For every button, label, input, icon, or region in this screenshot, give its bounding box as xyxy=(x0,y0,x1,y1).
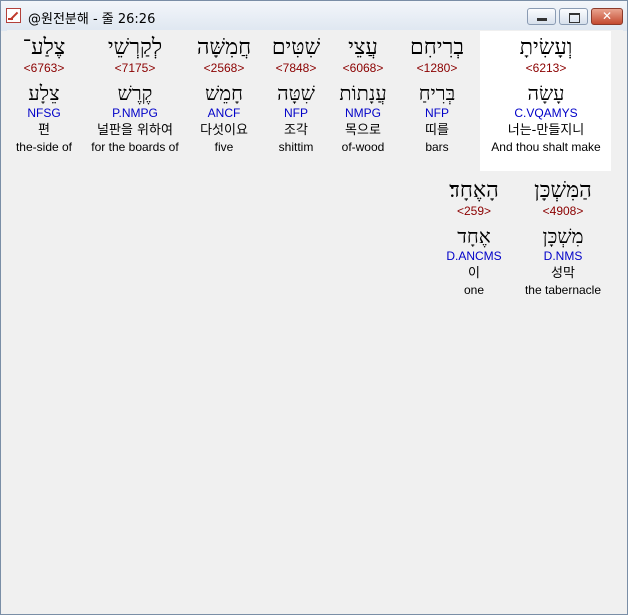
word-cell[interactable]: הָאֶחָד׃ <259> אֶחָד D.ANCMS 이 one xyxy=(437,178,511,298)
korean-gloss: 널판을 위하여 xyxy=(97,123,173,138)
morphology-code: D.ANCMS xyxy=(446,249,502,263)
morphology-code: NFP xyxy=(284,106,308,120)
morphology-code: NMPG xyxy=(345,106,381,120)
word-cell[interactable]: וְעָשִׂיתָ <6213> עָשָׂה C.VQAMYS 너는-만들지… xyxy=(483,35,609,155)
korean-gloss: 다섯이요 xyxy=(200,123,248,138)
strong-number: <6068> xyxy=(342,61,384,75)
morphology-code: NFSG xyxy=(27,106,61,120)
word-cell[interactable]: חֲמִשָּׁה <2568> חָמֵשׁ ANCF 다섯이요 five xyxy=(187,35,261,155)
hebrew-word: חֲמִשָּׁה xyxy=(196,35,252,60)
strong-number: <259> xyxy=(456,204,492,218)
word-cell[interactable]: הַמִּשְׁכָּן <4908> מִשְׁכָּן D.NMS 성막 t… xyxy=(515,178,611,298)
word-cell[interactable]: לְקַרְשֵׁי <7175> קֶרֶשׁ P.NMPG 널판을 위하여 … xyxy=(83,35,187,155)
lemma-word: עֲנָתוֹת xyxy=(339,81,387,105)
korean-gloss: 편 xyxy=(38,123,50,138)
window-title: @원전분해 - 줄 26:26 xyxy=(28,12,156,27)
korean-gloss: 목으로 xyxy=(345,123,381,138)
english-gloss: one xyxy=(463,283,485,297)
word-cell[interactable]: צֶלַע־ <6763> צֵלָע NFSG 편 the-side of xyxy=(9,35,79,155)
korean-gloss: 이 xyxy=(468,266,480,281)
close-icon: ✕ xyxy=(601,9,613,23)
lemma-word: צֵלָע xyxy=(28,81,60,105)
korean-gloss: 너는-만들지니 xyxy=(507,123,585,138)
hebrew-word: שִׁטִּים xyxy=(271,35,321,60)
english-gloss: five xyxy=(214,140,234,154)
english-gloss: for the boards of xyxy=(91,140,179,154)
maximize-button[interactable] xyxy=(559,8,588,25)
morphology-code: ANCF xyxy=(207,106,241,120)
title-bar[interactable]: @원전분해 - 줄 26:26 ✕ xyxy=(1,1,627,31)
minimize-button[interactable] xyxy=(527,8,556,25)
strong-number: <2568> xyxy=(203,61,245,75)
minimize-icon xyxy=(537,18,547,21)
app-icon[interactable] xyxy=(6,8,21,23)
korean-gloss: 띠를 xyxy=(425,123,449,138)
korean-gloss: 성막 xyxy=(551,266,575,281)
english-gloss: shittim xyxy=(278,140,314,154)
hebrew-word: וְעָשִׂיתָ xyxy=(519,35,573,60)
morphology-code: C.VQAMYS xyxy=(514,106,578,120)
hebrew-word: צֶלַע־ xyxy=(22,35,66,60)
hebrew-word: לְקַרְשֵׁי xyxy=(107,35,163,60)
interlinear-panel[interactable]: וְעָשִׂיתָ <6213> עָשָׂה C.VQAMYS 너는-만들지… xyxy=(7,30,623,610)
close-button[interactable]: ✕ xyxy=(591,8,623,25)
lemma-word: בְּרִיחַ xyxy=(418,81,456,105)
english-gloss: of-wood xyxy=(341,140,385,154)
lemma-word: עָשָׂה xyxy=(527,81,565,105)
morphology-code: D.NMS xyxy=(543,249,583,263)
hebrew-word: הַמִּשְׁכָּן xyxy=(534,178,592,203)
strong-number: <7175> xyxy=(114,61,156,75)
morphology-code: P.NMPG xyxy=(112,106,158,120)
strong-number: <4908> xyxy=(542,204,584,218)
maximize-icon xyxy=(569,13,580,23)
interlinear-window: @원전분해 - 줄 26:26 ✕ וְעָשִׂיתָ <6213> עָשָ… xyxy=(0,0,628,615)
word-cell[interactable]: עֲצֵי <6068> עֲנָתוֹת NMPG 목으로 of-wood xyxy=(331,35,395,155)
lemma-word: חָמֵשׁ xyxy=(205,81,243,105)
word-cell[interactable]: שִׁטִּים <7848> שִׁטָּה NFP 조각 shittim xyxy=(263,35,329,155)
korean-gloss: 조각 xyxy=(284,123,308,138)
word-cell[interactable]: בְרִיחִם <1280> בְּרִיחַ NFP 띠를 bars xyxy=(399,35,475,155)
lemma-word: אֶחָד xyxy=(457,224,491,248)
strong-number: <6213> xyxy=(525,61,567,75)
hebrew-word: עֲצֵי xyxy=(348,35,378,60)
english-gloss: bars xyxy=(425,140,449,154)
strong-number: <6763> xyxy=(23,61,65,75)
hebrew-word: בְרִיחִם xyxy=(410,35,464,60)
morphology-code: NFP xyxy=(425,106,449,120)
strong-number: <7848> xyxy=(275,61,317,75)
english-gloss: And thou shalt make xyxy=(491,140,601,154)
strong-number: <1280> xyxy=(416,61,458,75)
lemma-word: מִשְׁכָּן xyxy=(542,224,584,248)
english-gloss: the-side of xyxy=(15,140,73,154)
english-gloss: the tabernacle xyxy=(524,283,602,297)
hebrew-word: הָאֶחָד׃ xyxy=(449,178,499,203)
lemma-word: שִׁטָּה xyxy=(277,81,315,105)
lemma-word: קֶרֶשׁ xyxy=(117,81,153,105)
